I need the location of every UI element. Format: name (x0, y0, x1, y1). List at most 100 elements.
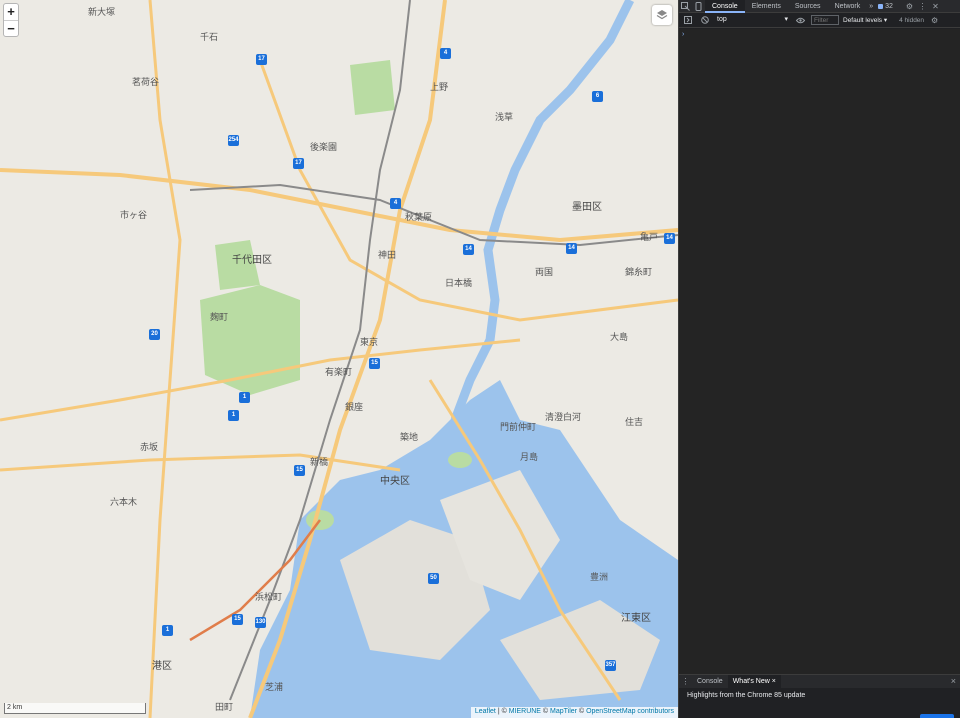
place-label: 築地 (400, 432, 419, 442)
route-shield-icon: 1 (239, 392, 250, 403)
place-label: 市ヶ谷 (120, 210, 148, 220)
place-label: 門前仲町 (500, 422, 537, 432)
place-label: 銀座 (345, 402, 364, 412)
ward-label: 中央区 (380, 476, 410, 487)
place-label: 東京 (360, 337, 379, 347)
zoom-in-button[interactable]: + (4, 4, 18, 20)
attribution-separator: © (540, 708, 551, 715)
place-label: 田町 (215, 702, 234, 712)
ward-label: 墨田区 (572, 202, 602, 213)
kebab-menu-icon[interactable]: ⋮ (916, 0, 929, 13)
drawer-tab-console[interactable]: Console (692, 675, 728, 688)
route-shield-icon: 14 (463, 244, 474, 255)
whats-new-panel: Highlights from the Chrome 85 update (679, 689, 960, 718)
leaflet-link[interactable]: Leaflet (475, 708, 496, 715)
settings-gear-icon[interactable]: ⚙ (903, 0, 916, 13)
route-shield-icon: 14 (664, 233, 675, 244)
close-tab-icon[interactable]: × (772, 678, 776, 685)
context-selector[interactable]: top ▾ (715, 15, 790, 25)
place-label: 芝浦 (265, 682, 284, 692)
issues-count: 32 (885, 2, 893, 10)
route-shield-icon: 15 (232, 614, 243, 625)
map-pane[interactable]: 千代田区 中央区 墨田区 江東区 港区 新大塚 千石 茗荷谷 後楽園 上野 浅草… (0, 0, 678, 718)
place-label: 後楽園 (310, 142, 338, 152)
route-shield-icon: 1 (228, 410, 239, 421)
place-label: 亀戸 (640, 232, 659, 242)
learn-more-button[interactable] (920, 714, 954, 718)
mierune-link[interactable]: MIERUNE (509, 708, 541, 715)
place-label: 豊洲 (590, 572, 609, 582)
more-tabs-button[interactable]: » (867, 0, 875, 13)
route-shield-icon: 15 (294, 465, 305, 476)
hidden-messages-count: 4 hidden (899, 16, 925, 24)
place-label: 浜松町 (255, 592, 283, 602)
log-levels-dropdown[interactable]: Default levels ▾ (843, 16, 887, 24)
route-shield-icon: 6 (592, 91, 603, 102)
map-tiles[interactable] (0, 0, 678, 718)
route-shield-icon: 15 (369, 358, 380, 369)
place-label: 神田 (378, 250, 397, 260)
drawer-menu-icon[interactable]: ⋮ (679, 675, 692, 688)
tab-sources[interactable]: Sources (788, 0, 828, 13)
filter-input[interactable] (811, 15, 839, 25)
place-label: 茗荷谷 (132, 77, 160, 87)
tab-elements[interactable]: Elements (745, 0, 788, 13)
console-prompt[interactable]: › (682, 31, 684, 38)
route-shield-icon: 17 (256, 54, 267, 65)
console-output[interactable]: › (679, 29, 960, 674)
device-toolbar-icon[interactable] (692, 0, 705, 13)
place-label: 住吉 (625, 417, 644, 427)
route-shield-icon: 14 (566, 243, 577, 254)
scale-bar: 2 km (4, 703, 146, 714)
place-label: 月島 (520, 452, 539, 462)
devtools-panel: Console Elements Sources Network » 32 ⚙ … (678, 0, 960, 718)
layers-icon (656, 10, 668, 20)
console-settings-gear-icon[interactable]: ⚙ (928, 14, 941, 27)
attribution-separator: © (577, 708, 587, 715)
place-label: 有楽町 (325, 367, 353, 377)
place-label: 赤坂 (140, 442, 159, 452)
place-label: 清澄白河 (545, 412, 582, 422)
zoom-out-button[interactable]: − (4, 20, 18, 36)
message-icon (878, 3, 884, 9)
console-toolbar: top ▾ Default levels ▾ 4 hidden ⚙ (679, 13, 960, 28)
place-label: 秋葉原 (405, 212, 433, 222)
route-shield-icon: 20 (149, 329, 160, 340)
close-devtools-icon[interactable]: ✕ (929, 0, 942, 13)
route-shield-icon: 357 (605, 660, 616, 671)
place-label: 新橋 (310, 457, 329, 467)
place-label: 日本橋 (445, 278, 473, 288)
ward-label: 港区 (152, 661, 172, 672)
place-label: 六本木 (110, 497, 138, 507)
chevron-down-icon: ▾ (784, 16, 788, 23)
route-shield-icon: 50 (428, 573, 439, 584)
map-attribution: Leaflet | © MIERUNE © MapTiler © OpenStr… (470, 707, 678, 718)
show-sidebar-icon[interactable] (681, 14, 694, 27)
drawer-tabbar: ⋮ Console What's New × × (679, 674, 960, 688)
attribution-separator: | © (495, 708, 509, 715)
place-label: 新大塚 (88, 7, 116, 17)
place-label: 浅草 (495, 112, 514, 122)
tab-network[interactable]: Network (828, 0, 868, 13)
tab-console[interactable]: Console (705, 0, 745, 13)
layers-button[interactable] (652, 5, 672, 25)
zoom-control: + − (3, 3, 19, 37)
maptiler-link[interactable]: MapTiler (550, 708, 577, 715)
clear-console-icon[interactable] (698, 14, 711, 27)
issues-badge[interactable]: 32 (878, 3, 893, 10)
live-expression-eye-icon[interactable] (794, 14, 807, 27)
route-shield-icon: 1 (162, 625, 173, 636)
inspect-element-icon[interactable] (679, 0, 692, 13)
route-shield-icon: 254 (228, 135, 239, 146)
place-label: 錦糸町 (625, 267, 653, 277)
route-shield-icon: 17 (293, 158, 304, 169)
place-label: 上野 (430, 82, 449, 92)
devtools-tabbar: Console Elements Sources Network » 32 ⚙ … (679, 0, 960, 13)
close-drawer-button[interactable]: × (951, 676, 956, 686)
osm-link[interactable]: OpenStreetMap contributors (586, 708, 674, 715)
ward-label: 千代田区 (232, 255, 272, 266)
drawer-tab-whats-new[interactable]: What's New × (727, 675, 781, 688)
route-shield-icon: 130 (255, 617, 266, 628)
route-shield-icon: 4 (390, 198, 401, 209)
ward-label: 江東区 (621, 613, 651, 624)
